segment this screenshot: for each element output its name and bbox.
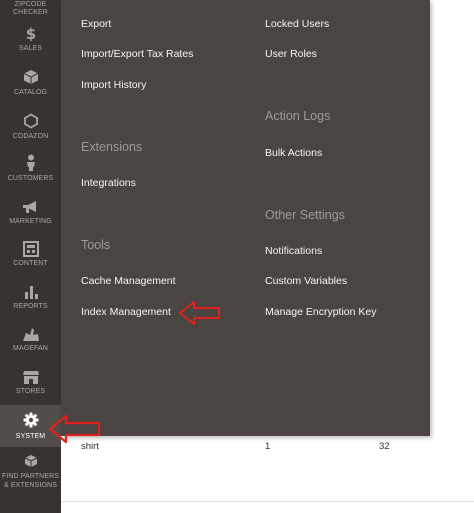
section-heading-tools: Tools [81, 238, 111, 252]
menu-link-manage-encryption-key[interactable]: Manage Encryption Key [265, 306, 376, 318]
svg-text:$: $ [25, 25, 35, 41]
sidebar-item-catalog[interactable]: CATALOG [0, 69, 61, 105]
sidebar-item-codazon[interactable]: CODAZON [0, 113, 61, 149]
sidebar-item-sales[interactable]: $ SALES [0, 25, 61, 61]
menu-link-user-roles[interactable]: User Roles [265, 48, 317, 60]
megaphone-icon [22, 201, 36, 213]
sidebar-item-label: CUSTOMERS [7, 175, 54, 182]
sidebar-item-label: REPORTS [13, 303, 48, 310]
sidebar-item-label: ZIPCODE CHECKER [13, 1, 48, 16]
sidebar-item-label: CONTENT [13, 260, 48, 267]
sidebar-item-content[interactable]: CONTENT [0, 241, 61, 271]
grid-cell-total: 32 [379, 441, 390, 452]
annotation-arrow-icon [179, 301, 220, 325]
sidebar-item-find-partners[interactable]: FIND PARTNERS & EXTENSIONS [0, 454, 61, 494]
sidebar-item-reports[interactable]: REPORTS [0, 284, 61, 314]
sidebar-item-label: SALES [18, 45, 43, 52]
box-icon [23, 70, 38, 84]
sidebar-item-label: STORES [15, 388, 46, 395]
layout-icon [22, 241, 39, 257]
dollar-icon: $ [25, 25, 35, 41]
menu-link-export[interactable]: Export [81, 18, 111, 30]
sidebar-item-customers[interactable]: CUSTOMERS [0, 154, 61, 190]
sidebar-item-marketing[interactable]: MARKETING [0, 200, 61, 230]
sidebar-item-magefan[interactable]: MAGEFAN [0, 326, 61, 356]
menu-link-integrations[interactable]: Integrations [81, 177, 136, 189]
menu-link-bulk-actions[interactable]: Bulk Actions [265, 147, 322, 159]
person-icon [26, 154, 35, 171]
bar-chart-icon [24, 286, 38, 299]
annotation-arrow-icon [48, 414, 101, 444]
menu-link-import-history[interactable]: Import History [81, 79, 146, 91]
grid-cell-qty: 1 [265, 441, 271, 452]
sidebar-item-label: CATALOG [13, 89, 48, 96]
gear-icon [23, 412, 38, 428]
hexagon-icon [23, 113, 38, 129]
grid-divider [61, 501, 474, 502]
section-heading-action-logs: Action Logs [265, 109, 331, 123]
sidebar-item-label: MARKETING [9, 218, 52, 225]
section-heading-other-settings: Other Settings [265, 208, 345, 222]
sidebar-item-label: MAGEFAN [13, 345, 48, 352]
system-flyout-menu: Export Import/Export Tax Rates Import Hi… [61, 0, 430, 436]
cubes-icon [24, 455, 37, 467]
sidebar-item-zipcode-checker[interactable]: ZIPCODE CHECKER [0, 0, 61, 20]
menu-link-cache-management[interactable]: Cache Management [81, 275, 176, 287]
menu-link-import-export-tax-rates[interactable]: Import/Export Tax Rates [81, 48, 193, 60]
section-heading-extensions: Extensions [81, 140, 143, 154]
menu-link-notifications[interactable]: Notifications [265, 245, 322, 257]
magefan-icon [22, 328, 39, 341]
store-icon [22, 371, 39, 384]
menu-link-custom-variables[interactable]: Custom Variables [265, 275, 347, 287]
sidebar-item-stores[interactable]: STORES [0, 369, 61, 399]
menu-link-locked-users[interactable]: Locked Users [265, 18, 329, 30]
sidebar-item-label: CODAZON [12, 133, 49, 140]
sidebar-item-label: FIND PARTNERS & EXTENSIONS [1, 473, 60, 489]
menu-link-index-management[interactable]: Index Management [81, 306, 171, 318]
